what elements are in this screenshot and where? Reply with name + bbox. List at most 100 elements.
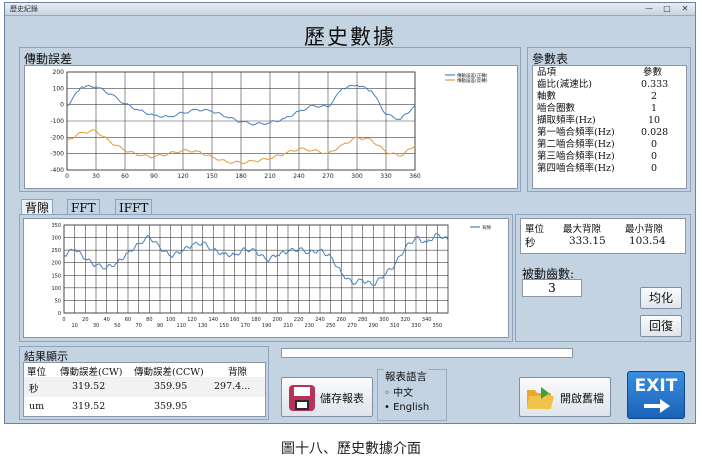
radio-icon: ◦	[384, 388, 390, 399]
folder-icon	[527, 387, 554, 409]
x-tick-label: 230	[305, 323, 315, 329]
results-table: 單位 傳動誤差(CW) 傳動誤差(CCW) 背隙 秒 319.52 359.95…	[23, 362, 266, 417]
y-tick-label: 200	[51, 261, 61, 267]
param-row-name: 嚙合圈數	[537, 103, 576, 114]
x-tick-label: 350	[433, 323, 443, 329]
average-button[interactable]: 均化	[640, 287, 682, 309]
language-title: 報表語言	[384, 369, 428, 384]
x-tick-label: 150	[219, 323, 229, 329]
x-tick-label: 240	[293, 173, 305, 180]
x-tick-label: 330	[380, 173, 392, 180]
x-tick-label: 10	[71, 323, 77, 329]
results-header-cw: 傳動誤差(CW)	[60, 367, 123, 378]
x-tick-label: 170	[241, 323, 251, 329]
results-header-unit: 單位	[27, 367, 47, 378]
x-tick-label: 40	[103, 317, 109, 323]
legend-label: 傳動誤差(正轉)	[457, 72, 488, 79]
legend-label: 背隙	[482, 224, 491, 231]
x-tick-label: 90	[157, 323, 163, 329]
y-tick-label: -100	[50, 118, 64, 125]
language-group: 報表語言 ◦ 中文 • English	[377, 369, 447, 421]
y-tick-label: 0	[60, 102, 64, 109]
title-bar: 歷史紀錄 — □ ✕	[5, 3, 695, 16]
exit-button[interactable]: EXIT	[627, 371, 685, 419]
param-row-name: 擷取頻率(Hz)	[537, 115, 596, 126]
radio-selected-icon: •	[384, 402, 390, 413]
param-row-value: 0.333	[641, 79, 669, 90]
x-tick-label: 340	[422, 317, 432, 323]
param-header-item: 品項	[537, 67, 557, 78]
y-tick-label: 200	[53, 69, 65, 76]
restore-button[interactable]: 回復	[640, 315, 682, 337]
tab-fft[interactable]: FFT	[67, 199, 100, 215]
results-cell: 319.52	[72, 401, 106, 412]
stats-min-value: 103.54	[629, 235, 666, 247]
tab-ifft[interactable]: IFFT	[115, 199, 153, 215]
x-tick-label: 80	[146, 317, 152, 323]
x-tick-label: 180	[251, 317, 261, 323]
x-tick-label: 320	[401, 317, 411, 323]
x-tick-label: 130	[198, 323, 208, 329]
x-tick-label: 20	[82, 317, 88, 323]
stats-header-max: 最大背隙	[563, 224, 602, 235]
y-tick-label: 0	[58, 311, 61, 317]
x-tick-label: 190	[262, 323, 272, 329]
x-tick-label: 220	[294, 317, 304, 323]
x-tick-label: 260	[337, 317, 347, 323]
param-row-value: 0	[651, 151, 658, 162]
stats-max-value: 333.15	[569, 235, 606, 247]
progress-bar	[281, 348, 573, 358]
x-tick-label: 30	[92, 173, 100, 180]
backlash-chart-area: 0 10 20 30 40 50 60 70 80 90 100 110 120 130 140 150 160…	[23, 218, 509, 338]
param-header-value: 參數	[643, 67, 663, 78]
param-row-name: 第三嚙合頻率(Hz)	[537, 151, 615, 162]
language-option-chinese[interactable]: ◦ 中文	[384, 384, 413, 399]
x-tick-label: 270	[322, 173, 334, 180]
parameter-panel: 參數表 品項 參數 齒比(減速比) 0.333 軸數 2 嚙合圈數 1 擷取頻率…	[527, 47, 691, 192]
passive-teeth-input[interactable]: 3	[522, 279, 582, 297]
param-row-name: 第二嚙合頻率(Hz)	[537, 139, 615, 150]
x-tick-label: 110	[177, 323, 187, 329]
x-tick-label: 290	[369, 323, 379, 329]
maximize-button[interactable]: □	[659, 4, 675, 14]
results-cell: 359.95	[154, 381, 188, 392]
param-row-name: 第四嚙合頻率(Hz)	[537, 163, 615, 174]
x-tick-label: 160	[230, 317, 240, 323]
open-file-button[interactable]: 開啟舊檔	[519, 377, 611, 417]
param-row-value: 0.028	[641, 127, 669, 138]
y-tick-label: 100	[51, 286, 61, 292]
results-header-ccw: 傳動誤差(CCW)	[134, 367, 204, 378]
y-tick-label: 300	[51, 236, 61, 242]
tab-backlash[interactable]: 背隙	[21, 199, 54, 215]
x-tick-label: 0	[65, 173, 69, 180]
y-tick-label: 150	[51, 273, 61, 279]
results-cell: 297.4...	[214, 381, 251, 392]
param-row-name: 第一嚙合頻率(Hz)	[537, 127, 615, 138]
stats-header-min: 最小背隙	[625, 224, 664, 235]
y-tick-label: 50	[55, 298, 61, 304]
param-row-name: 齒比(減速比)	[537, 79, 592, 90]
stats-unit: 秒	[525, 237, 536, 249]
exit-label: EXIT	[634, 376, 678, 396]
x-tick-label: 300	[351, 173, 363, 180]
close-button[interactable]: ✕	[677, 4, 693, 14]
minimize-button[interactable]: —	[641, 4, 657, 14]
save-report-button[interactable]: 儲存報表	[281, 377, 373, 417]
x-tick-label: 180	[235, 173, 247, 180]
y-tick-label: 100	[53, 85, 65, 92]
x-tick-label: 300	[379, 317, 389, 323]
figure-caption: 圖十八、歷史數據介面	[281, 441, 421, 457]
transmission-error-chart-area: 0 30 60 90 120 150 180 210 240 270 300 330 360 200 100…	[24, 65, 518, 189]
x-tick-label: 50	[114, 323, 120, 329]
y-tick-label: 250	[51, 248, 61, 254]
x-tick-label: 100	[166, 317, 176, 323]
backlash-panel: 0 10 20 30 40 50 60 70 80 90 100 110 120 130 140 150 160…	[19, 214, 513, 342]
floppy-disk-icon	[289, 385, 315, 411]
y-tick-label: 350	[51, 223, 61, 229]
x-tick-label: 240	[315, 317, 325, 323]
x-tick-label: 70	[135, 323, 141, 329]
language-option-english[interactable]: • English	[384, 402, 429, 413]
window-title: 歷史紀錄	[10, 5, 38, 13]
x-tick-label: 60	[125, 317, 131, 323]
results-cell: 359.95	[154, 401, 188, 412]
